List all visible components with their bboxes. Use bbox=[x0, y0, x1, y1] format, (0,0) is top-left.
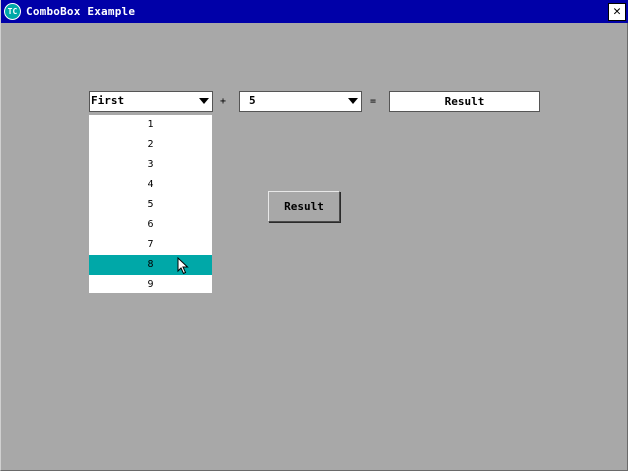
chevron-down-icon[interactable] bbox=[348, 98, 358, 104]
dropdown-item[interactable]: 6 bbox=[89, 215, 212, 235]
title-bar[interactable]: TC ComboBox Example ✕ bbox=[1, 0, 628, 23]
dropdown-item[interactable]: 9 bbox=[89, 275, 212, 295]
second-combobox[interactable]: 5 bbox=[239, 91, 362, 112]
app-window: TC ComboBox Example ✕ First + 5 = Result… bbox=[0, 0, 628, 471]
result-field: Result bbox=[389, 91, 540, 112]
dropdown-item[interactable]: 7 bbox=[89, 235, 212, 255]
dropdown-item[interactable]: 5 bbox=[89, 195, 212, 215]
plus-operator: + bbox=[220, 96, 227, 107]
dropdown-item-selected[interactable]: 8 bbox=[89, 255, 212, 275]
equals-operator: = bbox=[370, 96, 377, 107]
first-combobox-dropdown-list[interactable]: 123456789 bbox=[89, 115, 212, 293]
dropdown-item[interactable]: 1 bbox=[89, 115, 212, 135]
chevron-down-icon[interactable] bbox=[199, 98, 209, 104]
first-combobox-value: First bbox=[91, 94, 125, 107]
second-combobox-value: 5 bbox=[249, 94, 256, 107]
app-logo-icon: TC bbox=[4, 3, 21, 20]
window-title: ComboBox Example bbox=[26, 5, 136, 18]
first-combobox[interactable]: First bbox=[89, 91, 213, 112]
close-button[interactable]: ✕ bbox=[608, 3, 626, 21]
dropdown-item[interactable]: 4 bbox=[89, 175, 212, 195]
mouse-pointer-icon bbox=[177, 257, 189, 275]
result-button[interactable]: Result bbox=[268, 191, 340, 222]
dropdown-item[interactable]: 2 bbox=[89, 135, 212, 155]
dropdown-item[interactable]: 3 bbox=[89, 155, 212, 175]
